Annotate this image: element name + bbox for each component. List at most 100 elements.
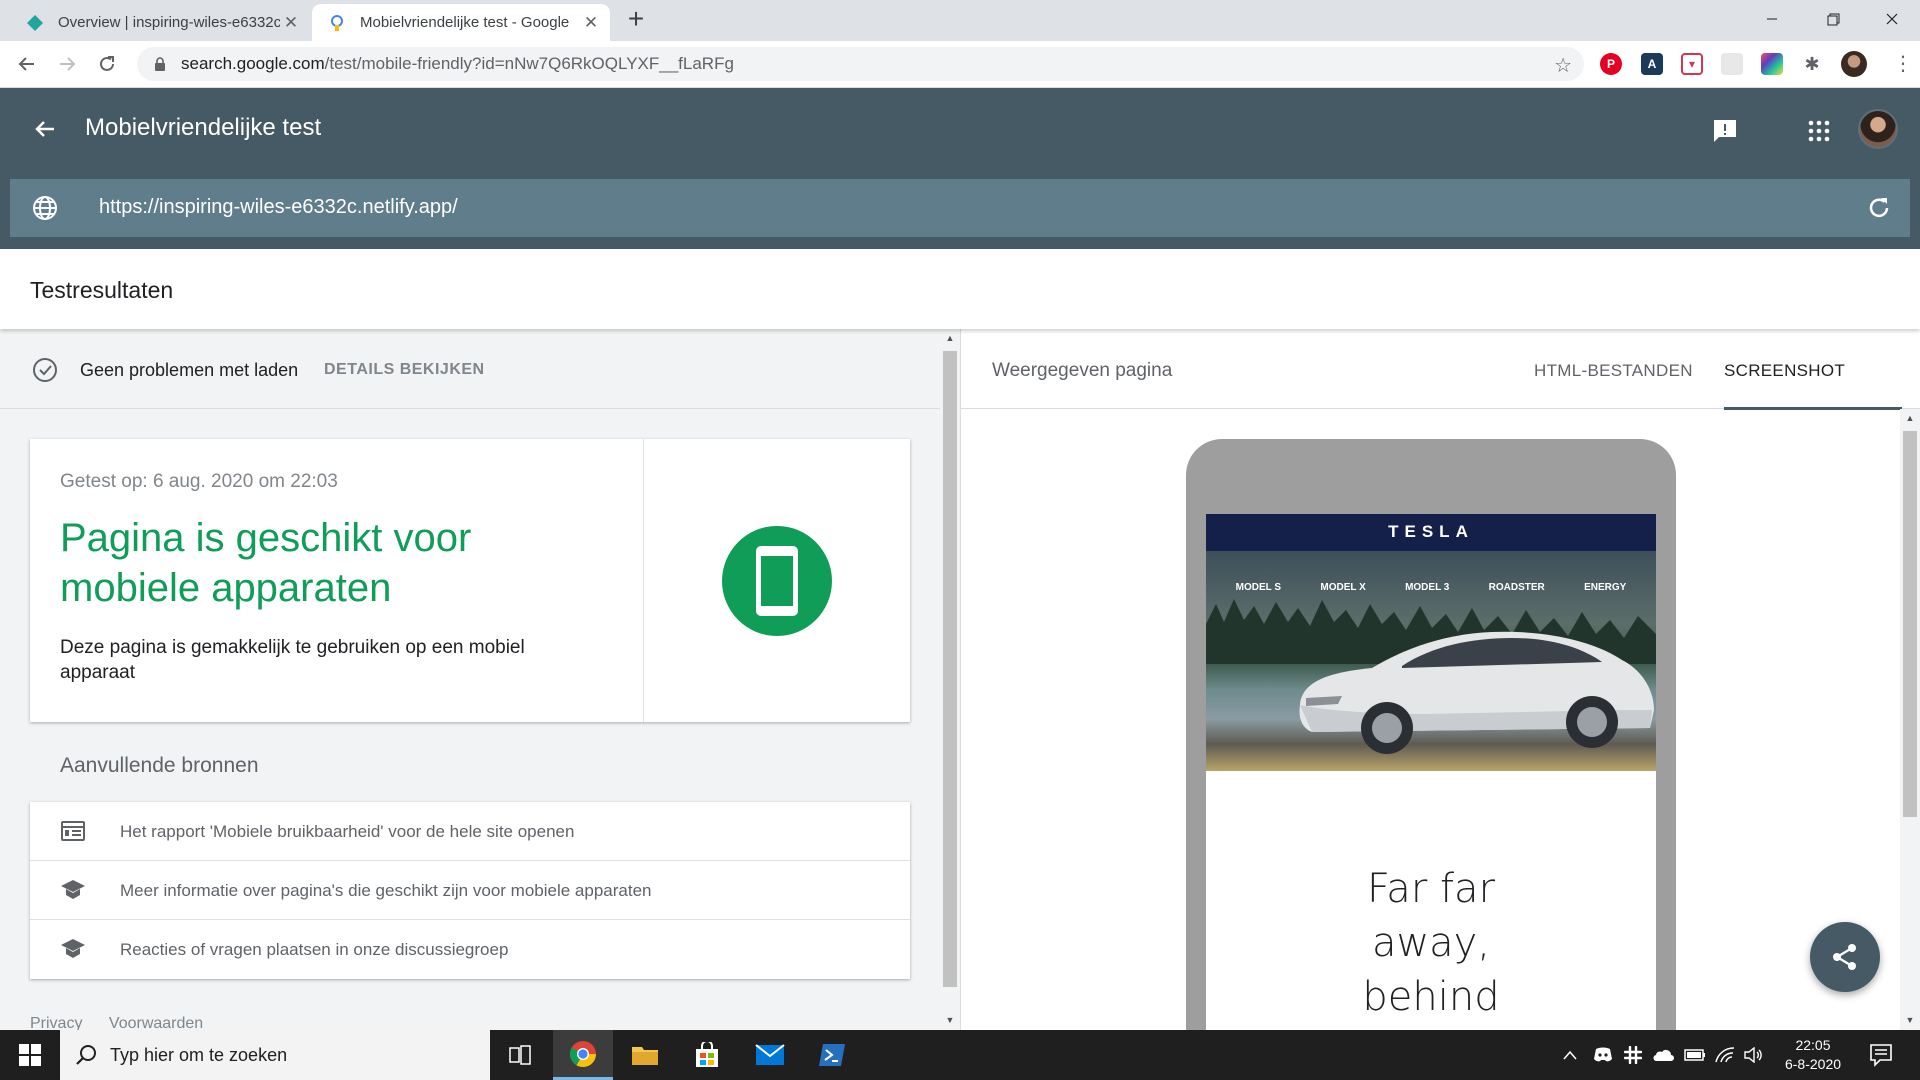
tested-url-bar[interactable]: https://inspiring-wiles-e6332c.netlify.a… [10,179,1910,237]
scroll-up-arrow-icon[interactable]: ▲ [945,333,955,343]
site-nav-item: ROADSTER [1488,582,1545,593]
close-tab-icon[interactable]: ✕ [280,12,302,34]
result-card: Getest op: 6 aug. 2020 om 22:03 Pagina i… [30,439,910,722]
scroll-down-arrow-icon[interactable]: ▼ [945,1015,955,1025]
scroll-down-arrow-icon[interactable]: ▼ [1905,1015,1915,1025]
close-window-icon[interactable] [1864,0,1920,38]
bookmark-star-icon[interactable]: ☆ [1554,53,1572,78]
car-image [1299,631,1654,754]
feedback-icon[interactable] [1712,118,1738,144]
close-tab-icon[interactable]: ✕ [580,12,602,34]
taskbar-search-placeholder: Typ hier om te zoeken [110,1044,288,1065]
scroll-up-arrow-icon[interactable]: ▲ [1905,413,1915,423]
powershell-icon[interactable] [802,1030,862,1080]
right-scrollbar[interactable]: ▲ ▼ [1900,409,1920,1030]
resource-item-report[interactable]: Het rapport 'Mobiele bruikbaarheid' voor… [30,802,910,861]
results-title: Testresultaten [30,277,174,303]
taskbar-clock[interactable]: 22:05 6-8-2020 [1773,1036,1853,1074]
onedrive-icon[interactable] [1652,1030,1674,1080]
resource-item-discussion[interactable]: Reacties of vragen plaatsen in onze disc… [30,920,910,979]
card-divider [643,439,644,722]
load-status-row: Geen problemen met laden DETAILS BEKIJKE… [0,329,940,409]
tab-overview[interactable]: Overview | inspiring-wiles-e6332c ✕ [12,4,310,41]
tested-url-input[interactable]: https://inspiring-wiles-e6332c.netlify.a… [99,196,458,219]
clock-date: 6-8-2020 [1784,1056,1842,1072]
taskbar-search[interactable]: Typ hier om te zoeken [60,1030,490,1080]
school-icon [61,880,85,899]
forward-icon[interactable] [53,50,81,78]
extension-icon-a[interactable]: A [1641,53,1663,75]
volume-icon[interactable] [1744,1030,1764,1080]
chrome-menu-icon[interactable]: ⋮ [1893,51,1913,77]
site-copy-line: Far far [1366,866,1496,912]
share-icon [1833,944,1856,970]
windows-taskbar: Typ hier om te zoeken 22:05 6-8-2020 [0,1030,1920,1080]
scrollbar-thumb[interactable] [1903,431,1917,817]
site-hero-image: TESLA MODEL S MODEL X MODEL 3 ROADSTER E… [1206,514,1656,771]
additional-resources-title: Aanvullende bronnen [60,754,259,777]
footer-links: Privacy Voorwaarden [30,1015,225,1030]
action-center-icon[interactable] [1868,1042,1894,1068]
resource-text[interactable]: Meer informatie over pagina's die geschi… [120,881,651,901]
phone-frame: TESLA MODEL S MODEL X MODEL 3 ROADSTER E… [1186,439,1676,1030]
site-nav-item: MODEL X [1320,582,1366,593]
results-header: Testresultaten [0,249,1920,329]
rendered-page-panel: Weergegeven pagina HTML-BESTANDEN SCREEN… [961,329,1920,1030]
show-hidden-icons-icon[interactable] [1563,1030,1577,1080]
puzzle-icon[interactable]: ✱ [1801,53,1823,75]
account-avatar[interactable] [1858,109,1898,149]
site-nav-item: MODEL S [1235,582,1282,593]
mail-icon[interactable] [740,1030,800,1080]
new-tab-button[interactable]: + [622,5,650,34]
reload-icon[interactable] [93,50,121,78]
site-copy: Far far away, behind [1206,862,1656,1024]
battery-icon[interactable] [1684,1030,1706,1080]
tab-mobile-friendly-test[interactable]: Mobielvriendelijke test - Google ✕ [312,4,610,41]
result-headline: Pagina is geschikt voor mobiele apparate… [60,516,472,610]
chrome-taskbar-icon[interactable] [553,1030,613,1080]
windows-logo-icon [19,1044,41,1066]
site-nav-item: MODEL 3 [1405,582,1450,593]
privacy-link[interactable]: Privacy [30,1015,82,1030]
address-path: /test/mobile-friendly?id=nNw7Q6RkOQLYXF_… [324,54,734,73]
scrollbar-thumb[interactable] [943,351,957,987]
tab-html-files[interactable]: HTML-BESTANDEN [1534,361,1693,381]
extension-icon-d[interactable] [1761,53,1783,75]
file-explorer-icon[interactable] [615,1030,675,1080]
minimize-icon[interactable] [1744,0,1800,38]
slack-icon[interactable] [1624,1030,1642,1080]
resource-text[interactable]: Het rapport 'Mobiele bruikbaarheid' voor… [120,822,574,842]
tab-screenshot[interactable]: SCREENSHOT [1724,361,1845,381]
resource-item-learn-more[interactable]: Meer informatie over pagina's die geschi… [30,861,910,920]
search-icon [76,1045,96,1065]
browser-toolbar: search.google.com/test/mobile-friendly?i… [0,41,1920,88]
rendered-screenshot: TESLA MODEL S MODEL X MODEL 3 ROADSTER E… [1206,514,1656,1030]
pinterest-icon[interactable]: P [1600,53,1622,75]
app-header: Mobielvriendelijke test https://inspirin… [0,88,1920,249]
google-apps-icon[interactable] [1807,119,1831,143]
back-icon[interactable] [13,50,41,78]
browser-tab-strip: Overview | inspiring-wiles-e6332c ✕ Mobi… [0,0,1920,41]
view-details-link[interactable]: DETAILS BEKIJKEN [324,361,485,379]
address-host: search.google.com [181,54,325,73]
task-view-icon[interactable] [490,1030,550,1080]
start-button[interactable] [0,1030,60,1080]
retest-reload-icon[interactable] [1866,195,1892,221]
wifi-icon[interactable] [1715,1030,1735,1080]
load-status-text: Geen problemen met laden [80,360,299,380]
site-nav-item: ENERGY [1584,582,1627,593]
result-subtext: Deze pagina is gemakkelijk te gebruiken … [60,637,525,683]
address-bar[interactable]: search.google.com/test/mobile-friendly?i… [137,47,1584,81]
resource-text[interactable]: Reacties of vragen plaatsen in onze disc… [120,940,508,960]
extension-icon-b[interactable]: ▾ [1681,53,1703,75]
left-scrollbar[interactable]: ▲ ▼ [940,329,960,1030]
discord-icon[interactable] [1593,1030,1613,1080]
back-arrow-icon[interactable] [30,114,60,144]
restore-icon[interactable] [1805,0,1861,38]
terms-link[interactable]: Voorwaarden [109,1015,203,1030]
tab-title: Mobielvriendelijke test - Google [360,14,570,31]
profile-avatar[interactable] [1841,51,1867,77]
share-button[interactable] [1810,922,1880,992]
store-icon[interactable] [677,1030,737,1080]
extension-icon-c[interactable] [1721,53,1743,75]
